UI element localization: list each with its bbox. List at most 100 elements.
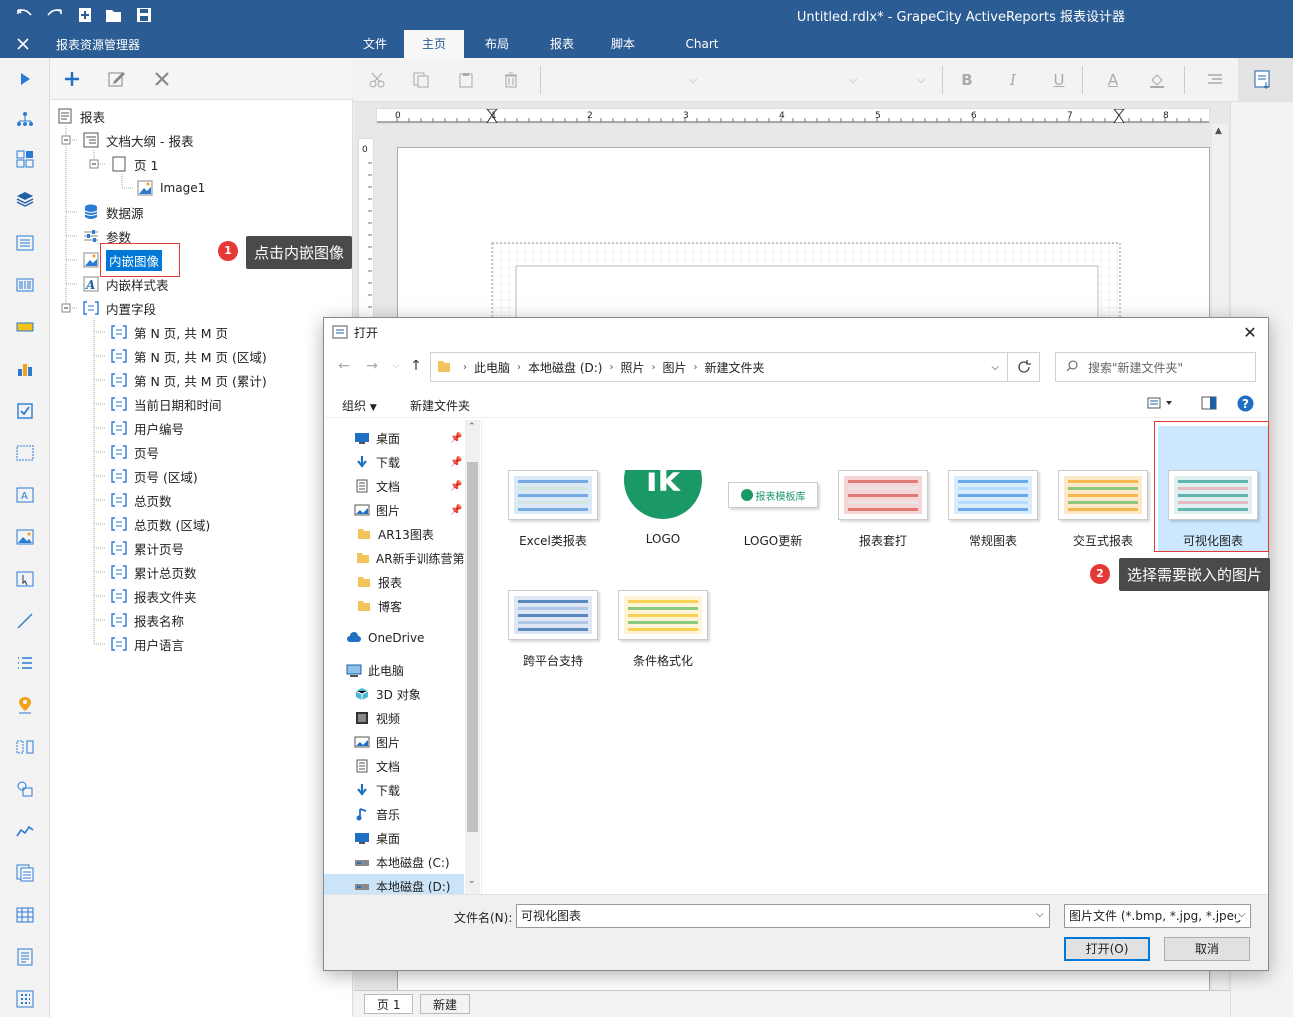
page-tab-1[interactable]: 页 1	[364, 994, 414, 1014]
preview-pane-icon[interactable]	[1201, 396, 1217, 413]
file-item[interactable]: 报表套打	[828, 426, 938, 551]
scroll-down-icon[interactable]: ⌄	[468, 876, 476, 886]
close-icon[interactable]: ✕	[1240, 322, 1260, 342]
barcode-icon[interactable]	[14, 274, 36, 296]
tree-item-datasource[interactable]: 数据源	[82, 201, 144, 223]
nav-item[interactable]: 此电脑	[324, 658, 464, 682]
font-family-dropdown-chevron-icon[interactable]: ⌵	[682, 69, 704, 91]
nav-item[interactable]: 下载	[324, 778, 464, 802]
layers-icon[interactable]	[14, 188, 36, 210]
tree-item-field[interactable]: 第 N 页, 共 M 页 (区域)	[110, 345, 267, 367]
nav-item[interactable]: 文档 📌	[324, 474, 464, 498]
tab-script[interactable]: 脚本	[598, 30, 648, 58]
subreport-icon[interactable]	[14, 862, 36, 884]
cancel-button[interactable]: 取消	[1164, 937, 1250, 961]
align-icon[interactable]	[1204, 69, 1226, 91]
tree-item-builtin-fields[interactable]: 内置字段	[82, 297, 156, 319]
up-arrow-icon[interactable]: ↑	[408, 358, 424, 374]
tree-item-field[interactable]: 当前日期和时间	[110, 393, 222, 415]
nav-item[interactable]: 视频	[324, 706, 464, 730]
file-item[interactable]: ik LOGO	[608, 426, 718, 551]
shape-icon[interactable]	[14, 778, 36, 800]
breadcrumb-item[interactable]: 此电脑	[474, 359, 510, 376]
nav-item[interactable]: 音乐	[324, 802, 464, 826]
address-bar[interactable]: › 此电脑 › 本地磁盘 (D:) › 照片 › 图片 › 新建文件夹 ⌵	[430, 352, 1008, 382]
open-button[interactable]: 打开(O)	[1064, 937, 1150, 961]
underline-icon[interactable]: U	[1048, 69, 1070, 91]
container-icon[interactable]	[14, 442, 36, 464]
recent-chevron-icon[interactable]: ⌵	[388, 358, 404, 374]
chart-icon[interactable]	[14, 358, 36, 380]
components-icon[interactable]	[14, 148, 36, 170]
view-options-icon[interactable]	[1147, 396, 1175, 413]
line-icon[interactable]	[14, 610, 36, 632]
tablix-icon[interactable]	[14, 946, 36, 968]
scroll-up-icon[interactable]: ▲	[1215, 126, 1222, 136]
tree-item-field[interactable]: 累计总页数	[110, 561, 197, 583]
style-dropdown-chevron-icon[interactable]: ⌵	[910, 69, 932, 91]
italic-icon[interactable]: I	[1002, 69, 1024, 91]
new-file-icon[interactable]	[74, 5, 96, 25]
tree-item-field[interactable]: 报表名称	[110, 609, 184, 631]
filename-input[interactable]: 可视化图表	[516, 904, 1050, 928]
tree-item-image1[interactable]: Image1	[136, 177, 205, 199]
tree-item-field[interactable]: 报表文件夹	[110, 585, 197, 607]
tab-report[interactable]: 报表	[537, 30, 587, 58]
nav-item[interactable]: 桌面	[324, 826, 464, 850]
navigation-scrollbar[interactable]: ⌃ ⌄	[465, 420, 480, 894]
file-type-chevron-down-icon[interactable]: ⌵	[1236, 909, 1246, 920]
address-chevron-down-icon[interactable]: ⌵	[991, 362, 999, 373]
fill-color-icon[interactable]	[1146, 69, 1168, 91]
breadcrumb-item[interactable]: 新建文件夹	[705, 359, 765, 376]
font-size-dropdown-chevron-icon[interactable]: ⌵	[842, 69, 864, 91]
nav-item[interactable]: AR13图表	[324, 522, 464, 546]
file-type-select[interactable]: 图片文件 (*.bmp, *.jpg, *.jpeg	[1064, 904, 1251, 928]
redo-icon[interactable]	[43, 5, 65, 25]
tab-layout[interactable]: 布局	[472, 30, 522, 58]
nav-item[interactable]: 报表	[324, 570, 464, 594]
refresh-icon[interactable]	[1008, 352, 1040, 382]
nav-item[interactable]: 3D 对象	[324, 682, 464, 706]
image-icon[interactable]	[14, 526, 36, 548]
forward-arrow-icon[interactable]: →	[364, 358, 380, 374]
tree-item-field[interactable]: 第 N 页, 共 M 页	[110, 321, 228, 343]
checkbox-icon[interactable]	[14, 400, 36, 422]
tree-item-field[interactable]: 页号	[110, 441, 159, 463]
tree-item-field[interactable]: 用户编号	[110, 417, 184, 439]
open-folder-icon[interactable]	[103, 5, 125, 25]
tab-home[interactable]: 主页	[404, 30, 464, 58]
search-input[interactable]: 搜索"新建文件夹"	[1055, 352, 1256, 382]
properties-pane-toggle[interactable]	[1238, 58, 1293, 102]
nav-item[interactable]: 图片	[324, 730, 464, 754]
nav-item[interactable]: 本地磁盘 (C:)	[324, 850, 464, 874]
tree-item-field[interactable]: 总页数 (区域)	[110, 513, 210, 535]
nav-item[interactable]: 桌面 📌	[324, 426, 464, 450]
list-icon[interactable]	[14, 652, 36, 674]
hierarchy-icon[interactable]	[14, 108, 36, 130]
paste-icon[interactable]	[455, 69, 477, 91]
file-item[interactable]: Excel类报表	[498, 426, 608, 551]
label-icon[interactable]	[14, 316, 36, 338]
nav-item[interactable]: 博客	[324, 594, 464, 618]
new-folder-button[interactable]: 新建文件夹	[410, 397, 470, 414]
undo-icon[interactable]	[14, 5, 36, 25]
tree-item-field[interactable]: 总页数	[110, 489, 172, 511]
pointer-arrow-icon[interactable]	[14, 68, 36, 90]
scroll-up-icon[interactable]: ⌃	[468, 422, 476, 432]
file-item[interactable]: 交互式报表	[1048, 426, 1158, 551]
tab-chart[interactable]: Chart	[672, 30, 732, 58]
tree-item-outline[interactable]: 文档大纲 - 报表	[82, 129, 193, 151]
scroll-thumb[interactable]	[467, 462, 478, 832]
copy-icon[interactable]	[410, 69, 432, 91]
matrix-icon[interactable]	[14, 988, 36, 1010]
tree-item-field[interactable]: 第 N 页, 共 M 页 (累计)	[110, 369, 267, 391]
input-field-icon[interactable]	[14, 568, 36, 590]
trash-icon[interactable]	[500, 69, 522, 91]
file-item[interactable]: 跨平台支持	[498, 546, 608, 671]
breadcrumb-item[interactable]: 本地磁盘 (D:)	[528, 359, 602, 376]
file-item[interactable]: 常规图表	[938, 426, 1048, 551]
file-item[interactable]: 条件格式化	[608, 546, 718, 671]
nav-item[interactable]: AR新手训练营第	[324, 546, 465, 570]
sparkline-icon[interactable]	[14, 820, 36, 842]
back-arrow-icon[interactable]: ←	[336, 358, 352, 374]
